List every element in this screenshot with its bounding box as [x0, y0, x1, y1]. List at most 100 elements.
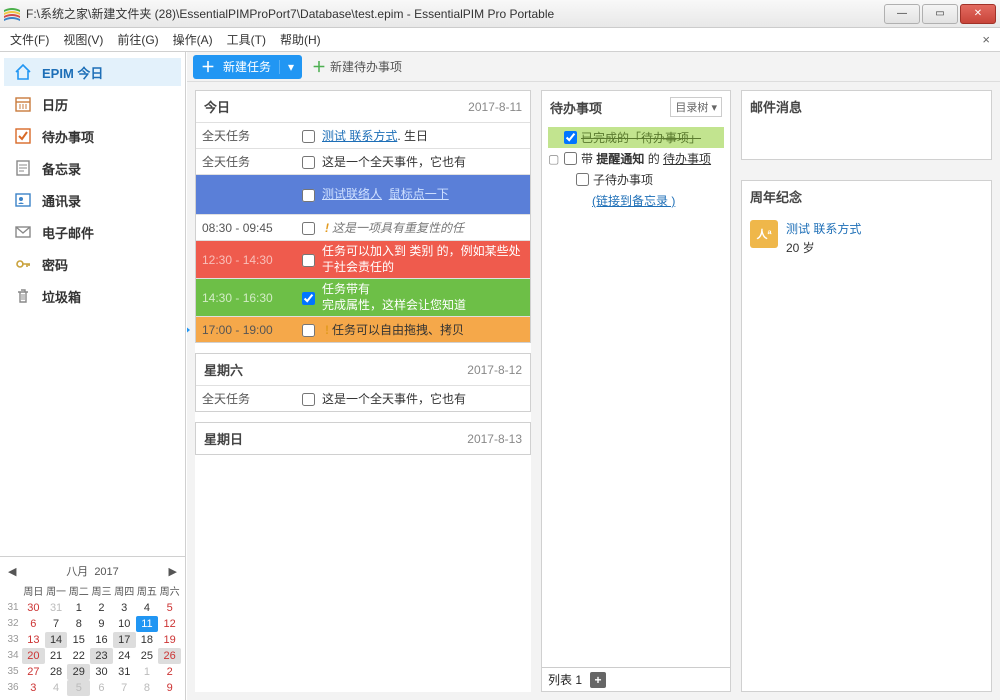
event-checkbox[interactable] — [302, 324, 315, 337]
todo-card: 待办事项 目录树 ▾ 已完成的「待办事项」 ▢ 带 提醒通知 的 待办事项 — [541, 90, 731, 692]
nav-list: EPIM 今日 日历 待办事项 备忘录 通讯录 电子邮件 — [0, 52, 185, 316]
event-link[interactable]: 测试 联系方式 — [322, 129, 397, 143]
mini-calendar: ◀ 八月 2017 ▶ 周日周一周二周三周四周五周六 31303112345 3… — [0, 556, 185, 700]
todo-footer: 列表 1 + — [542, 667, 730, 691]
cal-month-label[interactable]: 八月 2017 — [66, 563, 119, 579]
new-task-label: 新建任务 — [223, 58, 279, 75]
nav-today[interactable]: EPIM 今日 — [4, 58, 181, 86]
nav-trash[interactable]: 垃圾箱 — [4, 282, 181, 310]
todo-item-child[interactable]: 子待办事项 — [548, 169, 724, 190]
nav-calendar-label: 日历 — [42, 95, 68, 114]
anniv-name[interactable]: 测试 联系方式 — [786, 220, 861, 237]
panels: 今日 2017-8-11 全天任务 测试 联系方式. 生日 全天任务 这是一个全… — [187, 82, 1000, 700]
nav-todo[interactable]: 待办事项 — [4, 122, 181, 150]
anniv-age: 20 岁 — [786, 239, 861, 256]
todo-header: 待办事项 — [550, 98, 602, 117]
nav-password-label: 密码 — [42, 255, 68, 274]
today-date: 2017-8-11 — [468, 100, 522, 114]
todo-item[interactable]: 已完成的「待办事项」 — [548, 127, 724, 148]
event-row[interactable]: 14:30 - 16:30 任务带有完成属性，这样会让您知道 — [196, 278, 530, 316]
menu-tools[interactable]: 工具(T) — [227, 31, 266, 48]
priority-icon: ! — [322, 323, 332, 337]
todo-checkbox[interactable] — [564, 152, 577, 165]
nav-contacts-label: 通讯录 — [42, 191, 81, 210]
nav-memo[interactable]: 备忘录 — [4, 154, 181, 182]
memo-link[interactable]: (链接到备忘录 ) — [592, 192, 675, 209]
nav-contacts[interactable]: 通讯录 — [4, 186, 181, 214]
menu-goto[interactable]: 前往(G) — [117, 31, 158, 48]
close-button[interactable]: ✕ — [960, 4, 996, 24]
view-selector[interactable]: 目录树 ▾ — [670, 97, 722, 117]
menu-bar: 文件(F) 视图(V) 前往(G) 操作(A) 工具(T) 帮助(H) × — [0, 28, 1000, 52]
todo-column: 待办事项 目录树 ▾ 已完成的「待办事项」 ▢ 带 提醒通知 的 待办事项 — [541, 90, 731, 692]
event-row[interactable]: 测试联络人 鼠标点一下 — [196, 174, 530, 214]
window-title: F:\系统之家\新建文件夹 (28)\EssentialPIMProPort7\… — [26, 5, 884, 22]
todo-item-link[interactable]: (链接到备忘录 ) — [548, 190, 724, 211]
nav-mail[interactable]: 电子邮件 — [4, 218, 181, 246]
event-row[interactable]: 全天任务 测试 联系方式. 生日 — [196, 122, 530, 148]
sat-date: 2017-8-12 — [467, 363, 522, 377]
menu-file[interactable]: 文件(F) — [10, 31, 49, 48]
new-todo-button[interactable]: ＋ 新建待办事项 — [312, 57, 402, 77]
event-link[interactable]: 测试联络人 — [322, 187, 382, 201]
toolbar: ＋ 新建任务 ▾ ＋ 新建待办事项 — [187, 52, 1000, 82]
memo-icon — [14, 159, 32, 177]
event-row[interactable]: 17:00 - 19:00 !任务可以自由拖拽、拷贝 — [196, 316, 530, 342]
event-checkbox[interactable] — [302, 292, 315, 305]
todo-body: 已完成的「待办事项」 ▢ 带 提醒通知 的 待办事项 子待办事项 (链接 — [542, 123, 730, 667]
new-task-button[interactable]: ＋ 新建任务 ▾ — [193, 55, 302, 79]
event-link[interactable]: 鼠标点一下 — [389, 187, 449, 201]
nav-todo-label: 待办事项 — [42, 127, 94, 146]
nav-mail-label: 电子邮件 — [42, 223, 94, 242]
event-checkbox[interactable] — [302, 222, 315, 235]
todo-checkbox[interactable] — [564, 131, 577, 144]
plus-icon: ＋ — [193, 57, 223, 77]
menu-view[interactable]: 视图(V) — [63, 31, 103, 48]
event-row[interactable]: 08:30 - 09:45 !这是一项具有重复性的任 — [196, 214, 530, 240]
today-column: 今日 2017-8-11 全天任务 测试 联系方式. 生日 全天任务 这是一个全… — [195, 90, 531, 692]
sunday-card: 星期日 2017-8-13 — [195, 422, 531, 455]
mail-header: 邮件消息 — [750, 97, 802, 116]
mail-card: 邮件消息 — [741, 90, 992, 160]
event-checkbox[interactable] — [302, 189, 315, 202]
anniv-item[interactable]: 人ª 测试 联系方式 20 岁 — [742, 212, 991, 264]
list-tab[interactable]: 列表 1 — [548, 671, 582, 688]
priority-icon: ! — [322, 221, 332, 235]
todo-item[interactable]: ▢ 带 提醒通知 的 待办事项 — [548, 148, 724, 169]
event-row[interactable]: 12:30 - 14:30 任务可以加入到 类别 的，例如某些处于社会责任的 — [196, 240, 530, 278]
contacts-icon — [14, 191, 32, 209]
event-row[interactable]: 全天任务 这是一个全天事件，它也有 — [196, 148, 530, 174]
calendar-icon — [14, 95, 32, 113]
maximize-button[interactable]: ▭ — [922, 4, 958, 24]
menu-action[interactable]: 操作(A) — [173, 31, 213, 48]
app-icon — [4, 7, 20, 21]
anniversary-card: 周年纪念 人ª 测试 联系方式 20 岁 — [741, 180, 992, 692]
dropdown-icon[interactable]: ▾ — [279, 60, 302, 74]
add-list-button[interactable]: + — [590, 672, 606, 688]
main-area: ＋ 新建任务 ▾ ＋ 新建待办事项 今日 2017-8-11 全天任务 — [186, 52, 1000, 700]
nav-trash-label: 垃圾箱 — [42, 287, 81, 306]
sun-date: 2017-8-13 — [467, 432, 522, 446]
event-row[interactable]: 全天任务 这是一个全天事件，它也有 — [196, 385, 530, 411]
event-checkbox[interactable] — [302, 156, 315, 169]
anniversary-icon: 人ª — [750, 220, 778, 248]
home-icon — [14, 63, 32, 81]
sat-header: 星期六 — [204, 360, 243, 379]
minimize-button[interactable]: — — [884, 4, 920, 24]
sun-header: 星期日 — [204, 429, 243, 448]
content-area: EPIM 今日 日历 待办事项 备忘录 通讯录 电子邮件 — [0, 52, 1000, 700]
event-checkbox[interactable] — [302, 393, 315, 406]
title-bar: F:\系统之家\新建文件夹 (28)\EssentialPIMProPort7\… — [0, 0, 1000, 28]
collapse-icon[interactable]: ▢ — [548, 152, 560, 166]
event-checkbox[interactable] — [302, 254, 315, 267]
menu-close-icon[interactable]: × — [982, 32, 990, 47]
nav-calendar[interactable]: 日历 — [4, 90, 181, 118]
cal-prev-icon[interactable]: ◀ — [8, 565, 16, 578]
cal-next-icon[interactable]: ▶ — [169, 565, 177, 578]
event-checkbox[interactable] — [302, 130, 315, 143]
todo-checkbox[interactable] — [576, 173, 589, 186]
nav-password[interactable]: 密码 — [4, 250, 181, 278]
saturday-card: 星期六 2017-8-12 全天任务 这是一个全天事件，它也有 — [195, 353, 531, 412]
plus-icon: ＋ — [312, 57, 326, 77]
menu-help[interactable]: 帮助(H) — [280, 31, 321, 48]
